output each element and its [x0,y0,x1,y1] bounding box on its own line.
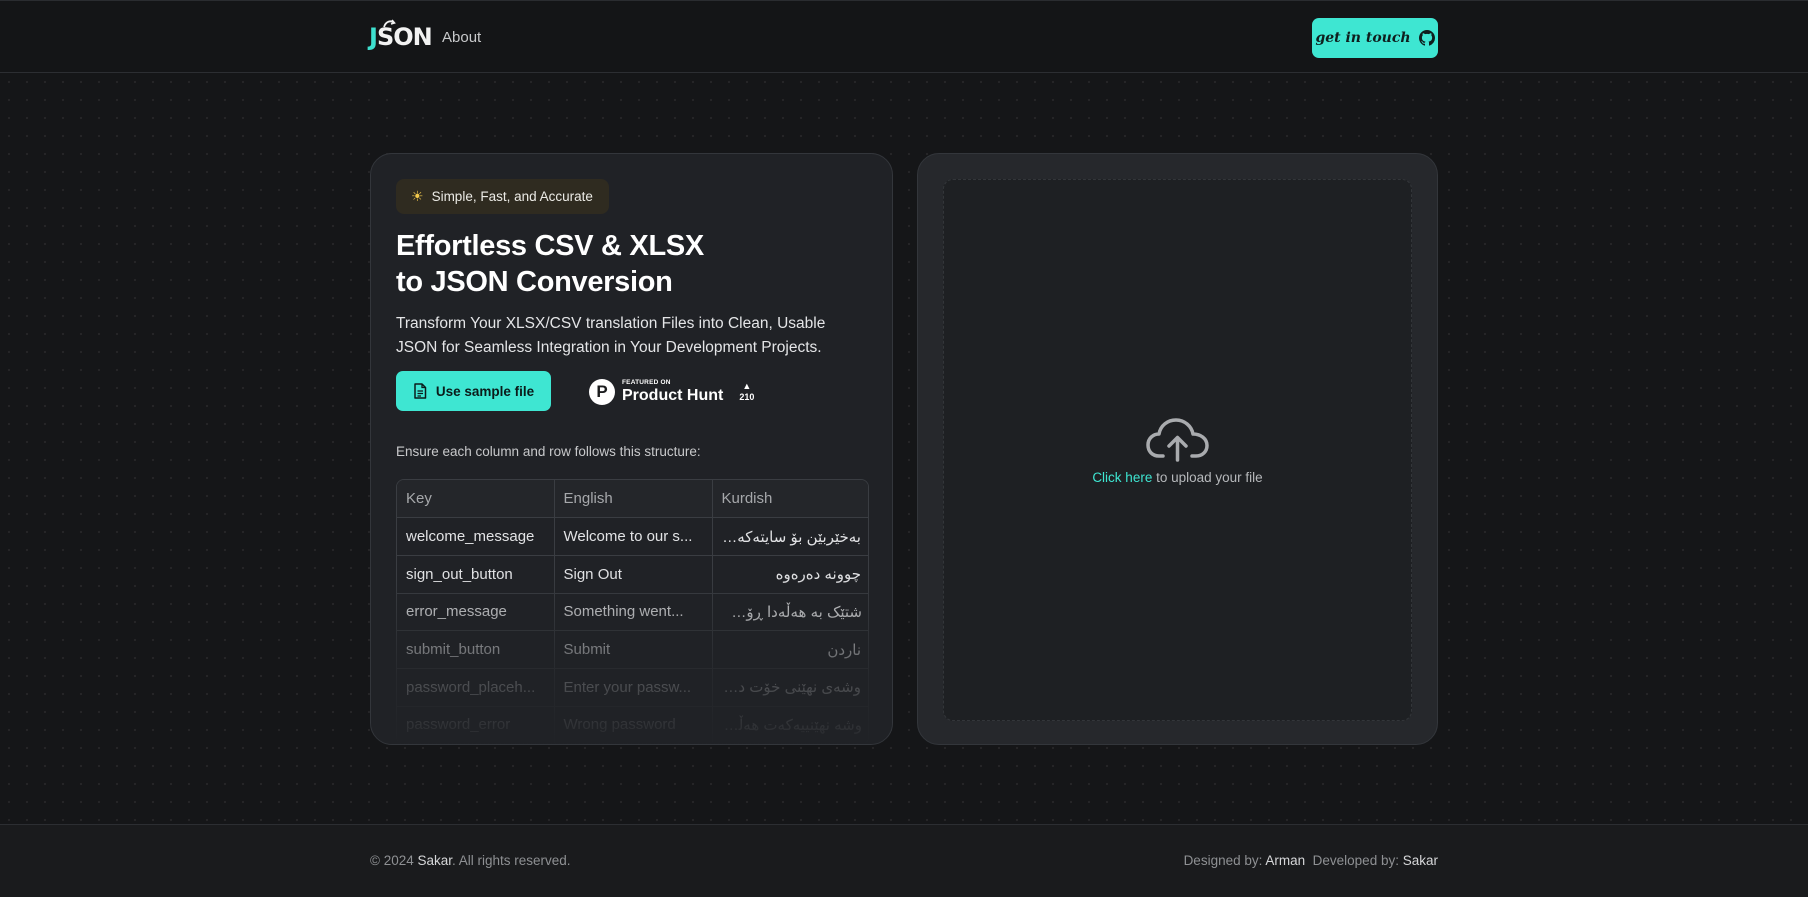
page-subtitle: Transform Your XLSX/CSV translation File… [396,315,826,356]
cell-key: sign_out_button [397,555,555,594]
logo-arrow-icon [383,19,396,28]
nav-about-link[interactable]: About [442,29,481,46]
product-hunt-featured: FEATURED ON [622,379,671,387]
cell-kurdish: ناردن [712,630,868,669]
title-line-1: Effortless CSV & XLSX [396,230,704,262]
intro-card: ☀ Simple, Fast, and Accurate Effortless … [370,153,893,745]
upvote-arrow-icon: ▲ [742,381,752,391]
get-in-touch-label: get in touch [1315,30,1411,46]
page-title: Effortless CSV & XLSX to JSON Conversion [396,228,856,300]
upload-rest-text: to upload your file [1152,469,1263,485]
cell-kurdish: وشەی نهێنی خۆت داخڵ ب... [712,668,868,707]
page-footer: © 2024 Sakar. All rights reserved. Desig… [0,824,1808,897]
cell-english: Welcome to our s... [554,517,713,556]
cell-key: password_placeh... [397,668,555,707]
upload-link[interactable]: Click here [1092,470,1152,485]
column-header-kurdish: Kurdish [712,480,868,519]
cell-key: welcome_message [397,517,555,556]
product-hunt-icon: P [589,379,615,405]
title-line-2: to JSON Conversion [396,266,673,298]
upvote-count: 210 [739,392,755,402]
table-row: error_message Something went... شتێک بە … [397,593,868,632]
product-hunt-badge[interactable]: P FEATURED ON Product Hunt ▲ 210 [589,375,761,409]
copyright-owner-link[interactable]: Sakar [417,853,452,868]
cell-english: Something went... [554,593,713,632]
column-header-english: English [554,480,713,519]
table-header-row: Key English Kurdish [397,480,868,519]
structure-note: Ensure each column and row follows this … [396,444,701,459]
table-row: password_error Wrong password وشە نهێنیی… [397,706,868,744]
cell-key: error_message [397,593,555,632]
table-row: password_placeh... Enter your passw... و… [397,668,868,707]
dotted-background [0,73,1808,824]
tagline-text: Simple, Fast, and Accurate [431,189,593,204]
tagline-badge: ☀ Simple, Fast, and Accurate [396,179,609,214]
github-icon [1418,30,1435,46]
credits: Designed by: Arman Developed by: Sakar [1183,853,1438,868]
sample-structure-table: Key English Kurdish welcome_message Welc… [396,479,869,744]
cell-english: Wrong password [554,706,713,744]
file-icon [414,383,427,399]
table-row: submit_button Submit ناردن [397,630,868,669]
top-navbar: JSON About get in touch [0,0,1808,73]
table-row: sign_out_button Sign Out چوونە دەرەوە [397,555,868,594]
product-hunt-votes: ▲ 210 [739,382,754,402]
product-hunt-text: FEATURED ON Product Hunt [622,380,723,404]
cell-english: Submit [554,630,713,669]
cell-english: Sign Out [554,555,713,594]
cell-english: Enter your passw... [554,668,713,707]
table-row: welcome_message Welcome to our s... بەخێ… [397,517,868,556]
cell-kurdish: چوونە دەرەوە [712,555,868,594]
cell-key: submit_button [397,630,555,669]
use-sample-file-label: Use sample file [435,383,535,399]
json-logo[interactable]: JSON [369,19,433,57]
designer-link[interactable]: Arman [1265,853,1305,868]
use-sample-file-button[interactable]: Use sample file [396,371,551,411]
product-hunt-name: Product Hunt [622,386,724,404]
upload-prompt: Click here to upload your file [1092,470,1262,485]
file-dropzone[interactable]: Click here to upload your file [943,179,1412,721]
copyright: © 2024 Sakar. All rights reserved. [370,853,571,868]
developer-link[interactable]: Sakar [1403,853,1438,868]
cell-key: password_error [397,706,555,744]
get-in-touch-button[interactable]: get in touch [1312,18,1438,58]
cell-kurdish: شتێک بە هەڵەدا ڕۆشت [712,593,868,632]
cloud-upload-icon [1145,417,1209,462]
column-header-key: Key [397,480,555,519]
cell-kurdish: وشە نهێنییەکەت هەڵەیە [712,706,868,744]
cell-kurdish: بەخێربێن بۆ سایتەکەمان [712,517,868,556]
upload-card: Click here to upload your file [917,153,1438,745]
sparkle-sun-icon: ☀ [411,188,424,204]
logo-wordmark: JSON [369,23,433,51]
